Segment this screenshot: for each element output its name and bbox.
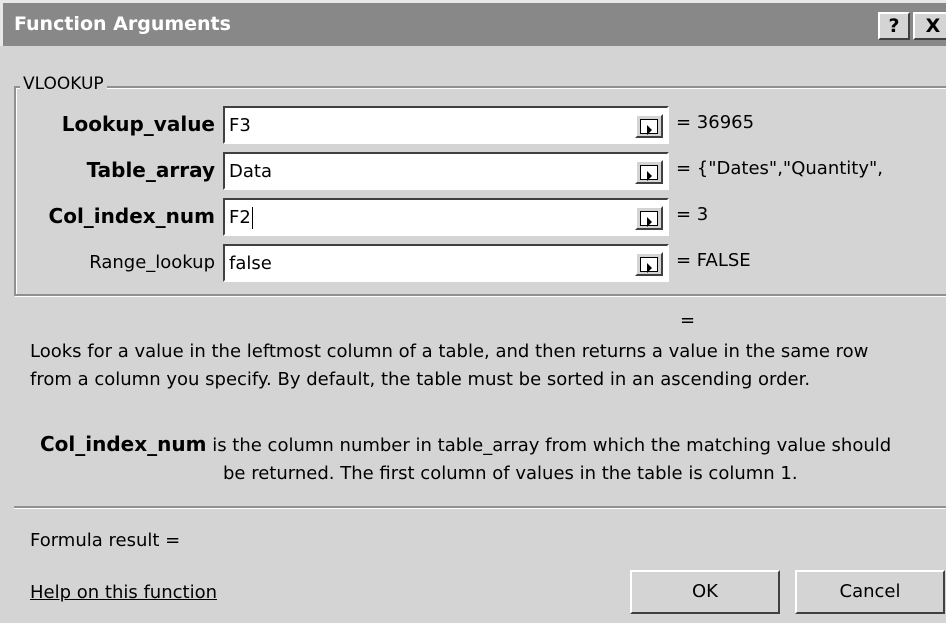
argument-help-text: be returned. The first column of values … bbox=[223, 463, 798, 484]
function-name: VLOOKUP bbox=[20, 74, 107, 94]
argument-row-range-lookup: Range_lookup false = FALSE bbox=[0, 244, 946, 284]
argument-row-lookup-value: Lookup_value F3 = 36965 bbox=[0, 106, 946, 146]
argument-row-table-array: Table_array Data = {"Dates","Quantity", bbox=[0, 152, 946, 192]
argument-result: = {"Dates","Quantity", bbox=[676, 158, 883, 179]
title-bar: Function Arguments ? X bbox=[0, 0, 946, 46]
ok-button[interactable]: OK bbox=[630, 570, 780, 614]
close-button[interactable]: X bbox=[913, 12, 946, 40]
function-result: = bbox=[680, 310, 696, 331]
argument-help-text: is the column number in table_array from… bbox=[206, 435, 892, 456]
cancel-button[interactable]: Cancel bbox=[795, 570, 945, 614]
collapse-dialog-icon[interactable] bbox=[635, 206, 663, 230]
function-description: Looks for a value in the leftmost column… bbox=[30, 338, 940, 394]
table-array-input[interactable]: Data bbox=[223, 152, 669, 190]
argument-result: = 3 bbox=[676, 204, 709, 225]
range-lookup-input[interactable]: false bbox=[223, 244, 669, 282]
argument-help: Col_index_num is the column number in ta… bbox=[40, 430, 940, 488]
input-value: F3 bbox=[229, 115, 251, 136]
argument-label: Lookup_value bbox=[61, 112, 215, 136]
argument-row-col-index-num: Col_index_num F2 = 3 bbox=[0, 198, 946, 238]
argument-label: Col_index_num bbox=[48, 204, 215, 228]
text-caret bbox=[251, 207, 253, 229]
collapse-dialog-icon[interactable] bbox=[635, 114, 663, 138]
argument-label: Table_array bbox=[86, 158, 215, 182]
lookup-value-input[interactable]: F3 bbox=[223, 106, 669, 144]
input-value: F2 bbox=[229, 207, 251, 228]
description-line: Looks for a value in the leftmost column… bbox=[30, 341, 869, 362]
argument-result: = 36965 bbox=[676, 112, 755, 133]
argument-help-name: Col_index_num bbox=[40, 432, 207, 456]
input-value: false bbox=[229, 253, 272, 274]
input-value: Data bbox=[229, 161, 272, 182]
window-title: Function Arguments bbox=[14, 13, 231, 35]
argument-result: = FALSE bbox=[676, 250, 751, 271]
help-button[interactable]: ? bbox=[878, 12, 910, 40]
argument-label: Range_lookup bbox=[89, 252, 215, 273]
separator bbox=[14, 506, 946, 509]
collapse-dialog-icon[interactable] bbox=[635, 252, 663, 276]
description-line: from a column you specify. By default, t… bbox=[30, 369, 811, 390]
formula-result: Formula result = bbox=[30, 530, 181, 551]
collapse-dialog-icon[interactable] bbox=[635, 160, 663, 184]
help-link[interactable]: Help on this function bbox=[30, 582, 217, 603]
col-index-num-input[interactable]: F2 bbox=[223, 198, 669, 236]
